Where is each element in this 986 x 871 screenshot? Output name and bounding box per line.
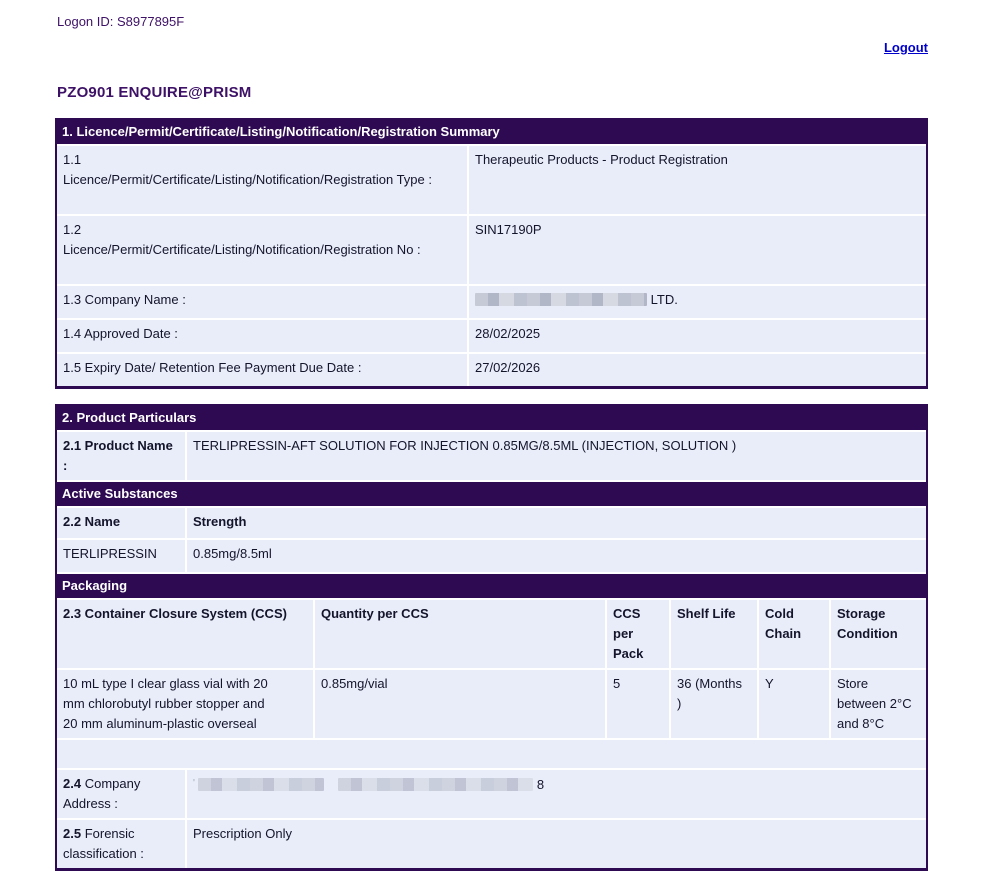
- expiry-date-label: 1.5 Expiry Date/ Retention Fee Payment D…: [57, 354, 467, 386]
- approved-date-value: 28/02/2025: [469, 320, 926, 352]
- product-name-label: 2.1 Product Name :: [57, 432, 185, 480]
- table-row: 1.3 Company Name : LTD.: [57, 286, 926, 318]
- licence-type-value: Therapeutic Products - Product Registrat…: [469, 146, 926, 214]
- ccs-value: 10 mL type I clear glass vial with 20 mm…: [57, 670, 313, 738]
- company-name-label: 1.3 Company Name :: [57, 286, 467, 318]
- column-header-ccs: 2.3 Container Closure System (CCS): [57, 600, 313, 668]
- address-prefix-mark: ': [193, 778, 195, 789]
- forensic-classification-label: 2.5 Forensic classification :: [57, 820, 185, 868]
- logout-link[interactable]: Logout: [884, 40, 928, 55]
- packaging-header: Packaging: [57, 574, 926, 598]
- table-row: 2.5 Forensic classification : Prescripti…: [57, 820, 926, 868]
- packaging-header-row: 2.3 Container Closure System (CCS) Quant…: [57, 600, 926, 668]
- column-header-quantity: Quantity per CCS: [315, 600, 605, 668]
- forensic-number: 2.5: [63, 826, 81, 841]
- address-suffix: 8: [537, 777, 544, 792]
- licence-no-value: SIN17190P: [469, 216, 926, 284]
- licence-no-label: 1.2 Licence/Permit/Certificate/Listing/N…: [57, 216, 467, 284]
- ccs-per-pack-value: 5: [607, 670, 669, 738]
- company-address-label: 2.4 Company Address :: [57, 770, 185, 818]
- table-row: 1.4 Approved Date : 28/02/2025: [57, 320, 926, 352]
- column-header-storage: Storage Condition: [831, 600, 926, 668]
- column-header-cold-chain: Cold Chain: [759, 600, 829, 668]
- active-substance-row: TERLIPRESSIN 0.85mg/8.5ml: [57, 540, 926, 572]
- company-name-value: LTD.: [469, 286, 926, 318]
- company-address-number: 2.4: [63, 776, 81, 791]
- table-row: 2.1 Product Name : TERLIPRESSIN-AFT SOLU…: [57, 432, 926, 480]
- licence-summary-table: 1. Licence/Permit/Certificate/Listing/No…: [55, 118, 928, 389]
- product-name-value: TERLIPRESSIN-AFT SOLUTION FOR INJECTION …: [187, 432, 926, 480]
- product-particulars-table: 2. Product Particulars 2.1 Product Name …: [55, 404, 928, 871]
- column-header-ccs-per-pack: CCS per Pack: [607, 600, 669, 668]
- table-header-row: 2.2 Name Strength: [57, 508, 926, 538]
- quantity-per-ccs-value: 0.85mg/vial: [315, 670, 605, 738]
- table-row: 1.2 Licence/Permit/Certificate/Listing/N…: [57, 216, 926, 284]
- logout-row: Logout: [55, 38, 928, 58]
- column-header-name: 2.2 Name: [57, 508, 185, 538]
- redacted-company-name: [475, 293, 647, 306]
- packaging-data-row: 10 mL type I clear glass vial with 20 mm…: [57, 670, 926, 738]
- approved-date-label: 1.4 Approved Date :: [57, 320, 467, 352]
- storage-condition-value: Store between 2°C and 8°C: [831, 670, 926, 738]
- cold-chain-value: Y: [759, 670, 829, 738]
- redacted-address-part-2: [338, 778, 533, 791]
- section-1-header: 1. Licence/Permit/Certificate/Listing/No…: [57, 120, 926, 144]
- enquire-prism-page: Logon ID: S8977895F Logout PZO901 ENQUIR…: [0, 0, 986, 871]
- column-header-strength: Strength: [187, 508, 926, 538]
- page-title: PZO901 ENQUIRE@PRISM: [57, 83, 928, 103]
- active-substances-header: Active Substances: [57, 482, 926, 506]
- company-address-value: '8: [187, 770, 926, 818]
- forensic-classification-value: Prescription Only: [187, 820, 926, 868]
- shelf-life-value: 36 (Months ): [671, 670, 757, 738]
- table-row: 2.4 Company Address : '8: [57, 770, 926, 818]
- column-header-shelf-life: Shelf Life: [671, 600, 757, 668]
- empty-spacer-row: [57, 740, 926, 768]
- section-2-header: 2. Product Particulars: [57, 406, 926, 430]
- expiry-date-value: 27/02/2026: [469, 354, 926, 386]
- company-name-suffix: LTD.: [651, 292, 678, 307]
- licence-type-label: 1.1 Licence/Permit/Certificate/Listing/N…: [57, 146, 467, 214]
- substance-name: TERLIPRESSIN: [57, 540, 185, 572]
- logon-id-text: Logon ID: S8977895F: [55, 12, 928, 32]
- redacted-address-part-1: [198, 778, 324, 791]
- substance-strength: 0.85mg/8.5ml: [187, 540, 926, 572]
- table-row: 1.5 Expiry Date/ Retention Fee Payment D…: [57, 354, 926, 386]
- table-row: 1.1 Licence/Permit/Certificate/Listing/N…: [57, 146, 926, 214]
